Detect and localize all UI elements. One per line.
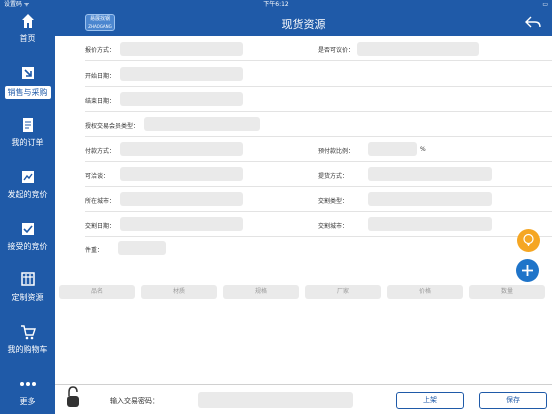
delivery-date-label: 交割日期：: [85, 223, 116, 230]
negotiable-field[interactable]: [357, 42, 479, 56]
pickup-method-field[interactable]: [368, 167, 492, 181]
sidebar-item-sales[interactable]: 销售与采购: [0, 66, 55, 99]
divider: [85, 161, 552, 162]
sidebar-item-label: 我的购物车: [7, 345, 48, 354]
sidebar-item-label: 首页: [19, 34, 36, 43]
sidebar-item-label: 更多: [19, 397, 36, 406]
bottom-bar: 输入交易密码： 上架 保存: [55, 384, 552, 414]
city-label: 所在城市：: [85, 198, 116, 205]
sidebar-item-label: 接受的竞价: [7, 242, 48, 251]
add-fab-button[interactable]: [516, 259, 539, 282]
payment-method-label: 付款方式：: [85, 148, 116, 155]
sidebar-item-more[interactable]: 更多: [0, 376, 55, 407]
prepay-ratio-field[interactable]: [368, 142, 417, 156]
more-icon: [0, 376, 55, 396]
cart-icon: [0, 324, 55, 344]
grid-icon: [0, 272, 55, 292]
password-field[interactable]: [198, 392, 353, 408]
sidebar-item-label: 发起的竞价: [7, 190, 48, 199]
clock: 下午6:12: [263, 1, 289, 8]
delivery-type-field[interactable]: [368, 192, 492, 206]
lock-icon: [66, 386, 80, 412]
start-date-field[interactable]: [120, 67, 243, 81]
document-icon: [0, 117, 55, 137]
member-type-field[interactable]: [144, 117, 260, 131]
sidebar-item-orders[interactable]: 我的订单: [0, 117, 55, 148]
negotiable-talk-label: 可洽谈：: [85, 173, 110, 180]
delivery-city-label: 交割城市：: [318, 223, 349, 230]
payment-method-field[interactable]: [120, 142, 243, 156]
pickup-method-label: 提货方式：: [318, 173, 349, 180]
sidebar-item-label: 我的订单: [11, 138, 44, 147]
sidebar-item-custom-resources[interactable]: 定制资源: [0, 272, 55, 303]
page-title: 现货资源: [281, 18, 326, 31]
delivery-date-field[interactable]: [120, 217, 243, 231]
divider: [85, 86, 552, 87]
delivery-city-field[interactable]: [368, 217, 492, 231]
list-button[interactable]: 上架: [396, 392, 464, 409]
sidebar-item-home[interactable]: 首页: [0, 13, 55, 44]
pieces-label: 件重：: [85, 247, 104, 254]
sidebar-item-cart[interactable]: 我的购物车: [0, 324, 55, 355]
negotiable-label: 是否可议价：: [318, 47, 355, 54]
exchange-icon: [0, 66, 55, 86]
status-bar: 设置码 ᯤ 下午6:12 ▭: [0, 0, 552, 9]
sidebar-item-label: 销售与采购: [4, 86, 51, 99]
divider: [85, 111, 552, 112]
end-date-label: 结束日期：: [85, 98, 116, 105]
tip-fab-button[interactable]: [517, 229, 540, 252]
divider: [85, 60, 552, 61]
back-icon[interactable]: [524, 15, 542, 30]
divider: [85, 186, 552, 187]
column-header-material[interactable]: 材质: [141, 285, 217, 299]
divider: [85, 211, 552, 212]
column-header-spec[interactable]: 规格: [223, 285, 299, 299]
end-date-field[interactable]: [120, 92, 243, 106]
home-icon: [0, 13, 55, 33]
column-header-name[interactable]: 品名: [59, 285, 135, 299]
divider: [85, 236, 552, 237]
negotiable-talk-field[interactable]: [120, 167, 243, 181]
quote-method-label: 报价方式：: [85, 47, 116, 54]
header-bar: 易展找钢 ZHAOGANG 现货资源: [55, 9, 552, 36]
save-button[interactable]: 保存: [479, 392, 547, 409]
bid-icon: [0, 169, 55, 189]
delivery-type-label: 交割类型：: [318, 198, 349, 205]
city-field[interactable]: [120, 192, 243, 206]
member-type-label: 授权交易会员类型：: [85, 123, 140, 130]
start-date-label: 开始日期：: [85, 73, 116, 80]
percent-unit: %: [420, 146, 426, 153]
lightbulb-icon: [523, 233, 534, 246]
battery-icon: ▭: [542, 1, 548, 8]
quote-method-field[interactable]: [120, 42, 243, 56]
sidebar-item-label: 定制资源: [11, 293, 44, 302]
pieces-field[interactable]: [118, 241, 166, 255]
password-label: 输入交易密码：: [110, 397, 159, 405]
divider: [85, 136, 552, 137]
column-header-price[interactable]: 价格: [387, 285, 463, 299]
accepted-bid-icon: [0, 221, 55, 241]
sidebar-item-accepted-bids[interactable]: 接受的竞价: [0, 221, 55, 252]
sidebar: 首页 销售与采购 我的订单 发起的竞价 接受的竞价 定制资源 我的购物车 更多: [0, 9, 55, 414]
plus-icon: [522, 265, 533, 276]
column-header-quantity[interactable]: 数量: [469, 285, 545, 299]
column-header-manufacturer[interactable]: 厂家: [305, 285, 381, 299]
sidebar-item-initiated-bids[interactable]: 发起的竞价: [0, 169, 55, 200]
prepay-ratio-label: 预付款比例：: [318, 148, 355, 155]
